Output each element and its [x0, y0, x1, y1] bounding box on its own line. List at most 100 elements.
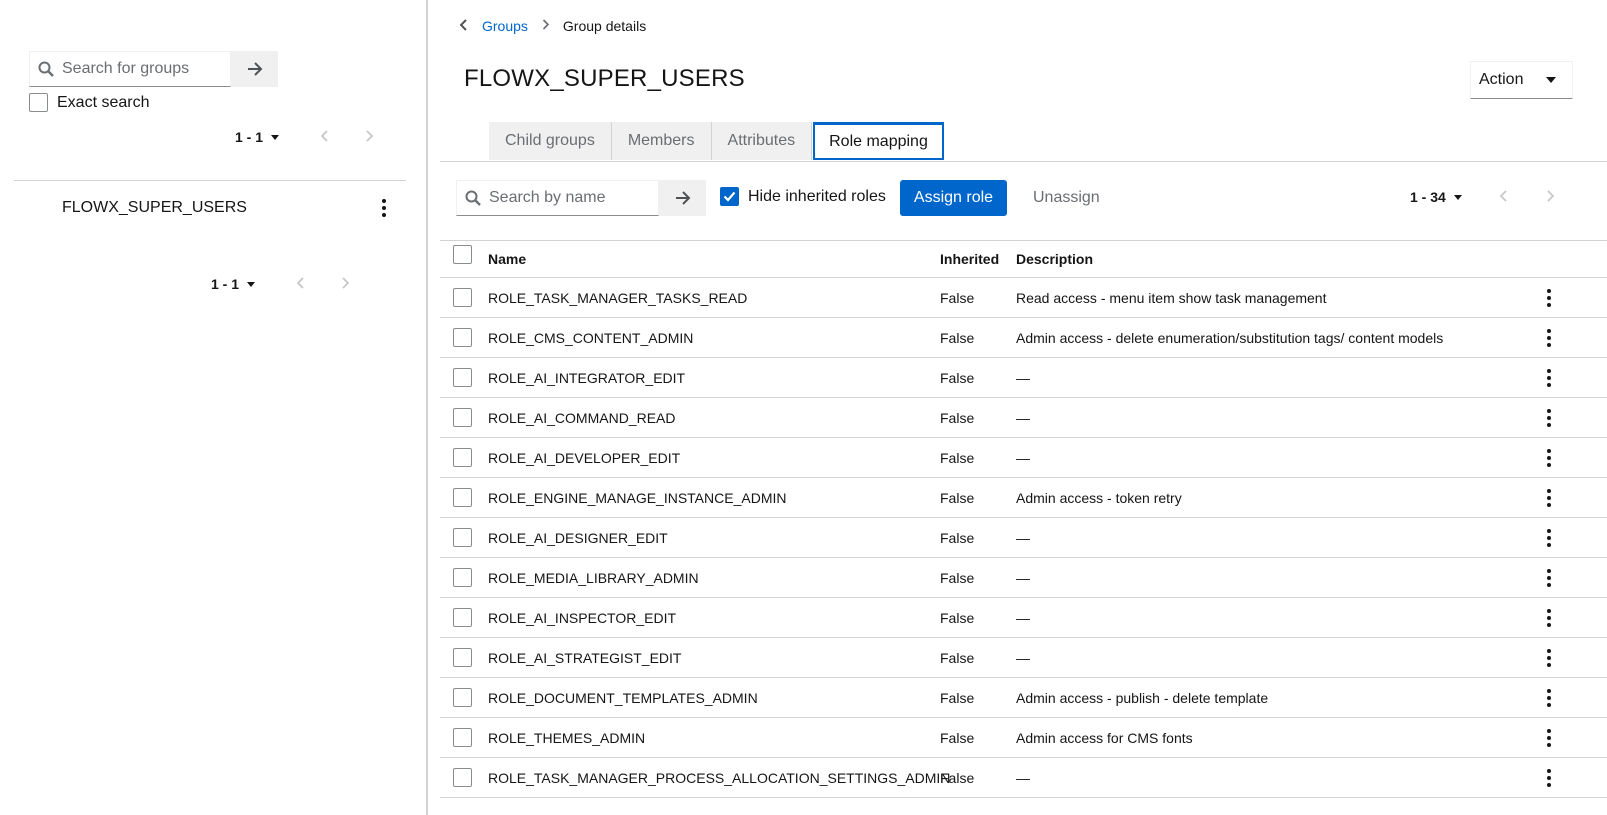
role-name: ROLE_AI_DESIGNER_EDIT	[488, 529, 668, 546]
role-inherited: False	[940, 409, 975, 426]
row-kebab-menu-icon[interactable]	[1543, 728, 1555, 747]
role-name: ROLE_ENGINE_MANAGE_INSTANCE_ADMIN	[488, 489, 787, 506]
divider	[14, 180, 406, 181]
next-page-icon[interactable]	[341, 276, 350, 292]
row-kebab-menu-icon[interactable]	[1543, 448, 1555, 467]
row-kebab-menu-icon[interactable]	[1543, 528, 1555, 547]
pager-count-toggle[interactable]: 1 - 1	[235, 129, 280, 145]
next-page-icon[interactable]	[1546, 189, 1555, 205]
row-kebab-menu-icon[interactable]	[1543, 488, 1555, 507]
tab-attributes[interactable]: Attributes	[711, 122, 813, 160]
role-name: ROLE_AI_COMMAND_READ	[488, 409, 676, 426]
role-description: Admin access for CMS fonts	[1016, 729, 1193, 746]
table-row: ROLE_MEDIA_LIBRARY_ADMIN False —	[440, 558, 1607, 598]
row-select-checkbox[interactable]	[453, 608, 472, 627]
row-select-checkbox[interactable]	[453, 408, 472, 427]
row-select-checkbox[interactable]	[453, 288, 472, 307]
previous-page-icon[interactable]	[296, 276, 305, 292]
role-inherited: False	[940, 369, 975, 386]
exact-search-option: Exact search	[29, 93, 149, 112]
row-kebab-menu-icon[interactable]	[1543, 408, 1555, 427]
role-search-input[interactable]	[489, 189, 654, 207]
row-select-checkbox[interactable]	[453, 568, 472, 587]
row-kebab-menu-icon[interactable]	[1543, 768, 1555, 787]
role-name: ROLE_TASK_MANAGER_PROCESS_ALLOCATION_SET…	[488, 769, 951, 786]
table-row: ROLE_AI_STRATEGIST_EDIT False —	[440, 638, 1607, 678]
row-kebab-menu-icon[interactable]	[1543, 648, 1555, 667]
role-inherited: False	[940, 329, 975, 346]
role-inherited: False	[940, 489, 975, 506]
action-dropdown[interactable]: Action	[1470, 61, 1573, 99]
role-pager: 1 - 34	[1410, 189, 1555, 205]
previous-page-icon[interactable]	[1499, 189, 1508, 205]
tab-child-groups[interactable]: Child groups	[489, 122, 612, 160]
group-search	[29, 51, 278, 87]
role-description: —	[1016, 569, 1030, 586]
unassign-button[interactable]: Unassign	[1033, 180, 1100, 216]
hide-inherited-option: Hide inherited roles	[720, 187, 886, 206]
table-row: ROLE_DOCUMENT_TEMPLATES_ADMIN False Admin …	[440, 678, 1607, 718]
group-search-submit-button[interactable]	[231, 51, 278, 87]
table-row: ROLE_AI_INTEGRATOR_EDIT False —	[440, 358, 1607, 398]
table-row: ROLE_TASK_MANAGER_TASKS_READ False Read ac…	[440, 278, 1607, 318]
role-name: ROLE_DOCUMENT_TEMPLATES_ADMIN	[488, 689, 758, 706]
table-row: ROLE_THEMES_ADMIN False Admin access for C…	[440, 718, 1607, 758]
hide-inherited-checkbox[interactable]	[720, 187, 739, 206]
role-inherited: False	[940, 289, 975, 306]
breadcrumb-groups-link[interactable]: Groups	[482, 18, 528, 34]
tree-item-flowx-super-users[interactable]: FLOWX_SUPER_USERS	[14, 190, 406, 226]
next-page-icon[interactable]	[365, 129, 374, 145]
search-icon	[457, 190, 489, 206]
role-description: —	[1016, 529, 1030, 546]
pager-count: 1 - 1	[235, 129, 264, 145]
role-description: —	[1016, 369, 1030, 386]
header-name[interactable]: Name	[488, 251, 526, 267]
row-kebab-menu-icon[interactable]	[1543, 608, 1555, 627]
row-kebab-menu-icon[interactable]	[1543, 568, 1555, 587]
role-description: Admin access - publish - delete template	[1016, 689, 1269, 706]
role-search-submit-button[interactable]	[659, 180, 706, 216]
row-select-checkbox[interactable]	[453, 488, 472, 507]
exact-search-label: Exact search	[57, 93, 150, 111]
select-all-checkbox[interactable]	[453, 245, 472, 264]
pager-count-toggle[interactable]: 1 - 34	[1410, 189, 1462, 205]
role-search-box	[456, 180, 659, 216]
assign-role-button[interactable]: Assign role	[900, 180, 1007, 216]
previous-page-icon[interactable]	[320, 129, 329, 145]
pager-count-toggle[interactable]: 1 - 1	[211, 276, 256, 292]
row-select-checkbox[interactable]	[453, 328, 472, 347]
row-select-checkbox[interactable]	[453, 528, 472, 547]
table-row: ROLE_TASK_MANAGER_PROCESS_ALLOCATION_SET…	[440, 758, 1607, 798]
row-kebab-menu-icon[interactable]	[1543, 288, 1555, 307]
header-description: Description	[1016, 251, 1094, 267]
role-description: Admin access - delete enumeration/substi…	[1016, 329, 1444, 346]
row-select-checkbox[interactable]	[453, 448, 472, 467]
group-details-panel: Groups Group details FLOWX_SUPER_USERS A…	[440, 0, 1607, 815]
role-name: ROLE_CMS_CONTENT_ADMIN	[488, 329, 694, 346]
group-pager-bottom: 1 - 1	[211, 276, 350, 292]
header-inherited: Inherited	[940, 251, 1000, 267]
role-description: Read access - menu item show task manage…	[1016, 289, 1327, 306]
role-description: —	[1016, 409, 1030, 426]
exact-search-checkbox[interactable]	[29, 93, 48, 112]
row-select-checkbox[interactable]	[453, 688, 472, 707]
group-search-input[interactable]	[62, 60, 227, 78]
row-select-checkbox[interactable]	[453, 648, 472, 667]
role-inherited: False	[940, 769, 975, 786]
tab-role-mapping[interactable]: Role mapping	[813, 122, 944, 160]
kebab-menu-icon[interactable]	[378, 199, 390, 217]
row-kebab-menu-icon[interactable]	[1543, 368, 1555, 387]
row-select-checkbox[interactable]	[453, 368, 472, 387]
role-inherited: False	[940, 609, 975, 626]
back-chevron-icon[interactable]	[459, 18, 468, 34]
row-select-checkbox[interactable]	[453, 728, 472, 747]
row-kebab-menu-icon[interactable]	[1543, 688, 1555, 707]
breadcrumb-separator-icon	[542, 19, 550, 33]
role-inherited: False	[940, 449, 975, 466]
row-select-checkbox[interactable]	[453, 768, 472, 787]
role-description: Admin access - token retry	[1016, 489, 1182, 506]
tab-members[interactable]: Members	[611, 122, 712, 160]
role-inherited: False	[940, 729, 975, 746]
app: Exact search 1 - 1 FLOWX_SUPER_USERS 1 -…	[0, 0, 1607, 815]
row-kebab-menu-icon[interactable]	[1543, 328, 1555, 347]
